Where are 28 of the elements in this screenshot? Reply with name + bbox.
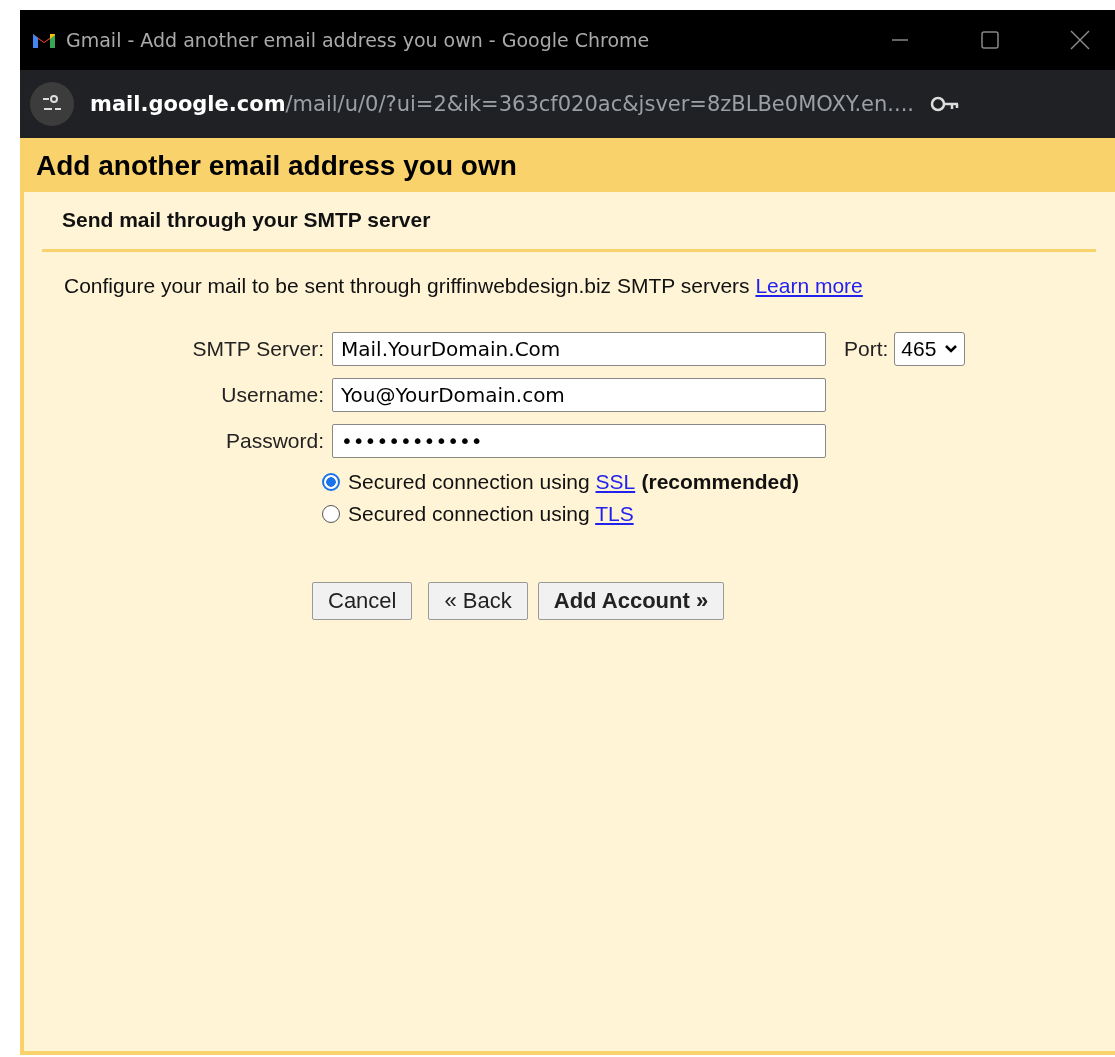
chevron-down-icon: [944, 344, 959, 354]
mail-logo-icon: [32, 31, 56, 49]
window-title: Gmail - Add another email address you own - Google Chrome: [66, 29, 650, 51]
input-field[interactable]: You@YourDomain.com: [332, 378, 826, 412]
dialog-button[interactable]: Add Account »: [537, 582, 725, 620]
key-icon[interactable]: [930, 96, 960, 112]
field-label: Username:: [220, 383, 324, 407]
dialog-button[interactable]: « Back: [428, 582, 528, 620]
port-label: Port:: [844, 337, 889, 361]
input-field[interactable]: ••••••••••••: [332, 424, 826, 458]
radio-button[interactable]: [322, 473, 340, 491]
site-settings-icon[interactable]: [30, 82, 74, 126]
close-icon[interactable]: [1070, 30, 1090, 50]
port-dropdown[interactable]: 465: [894, 332, 966, 366]
radio-label: Secured connection using SSL (recommended): [348, 470, 800, 494]
field-label: SMTP Server:: [191, 337, 324, 361]
section-heading: Send mail through your SMTP server: [42, 192, 1096, 252]
dialog-title: Add another email address you own: [35, 149, 518, 183]
intro-text: Configure your mail to be sent through griffinwebdesign.biz SMTP servers Learn more: [64, 274, 864, 298]
radio-button[interactable]: [322, 505, 340, 523]
protocol-link[interactable]: TLS: [595, 502, 634, 525]
protocol-link[interactable]: SSL: [595, 470, 636, 493]
input-field[interactable]: Mail.YourDomain.Com: [332, 332, 826, 366]
field-label: Password:: [224, 429, 324, 453]
radio-label: Secured connection using TLS: [348, 502, 634, 526]
learn-more-link[interactable]: Learn more: [755, 274, 863, 297]
maximize-icon[interactable]: [980, 30, 1000, 50]
dialog-button[interactable]: Cancel: [312, 582, 413, 620]
